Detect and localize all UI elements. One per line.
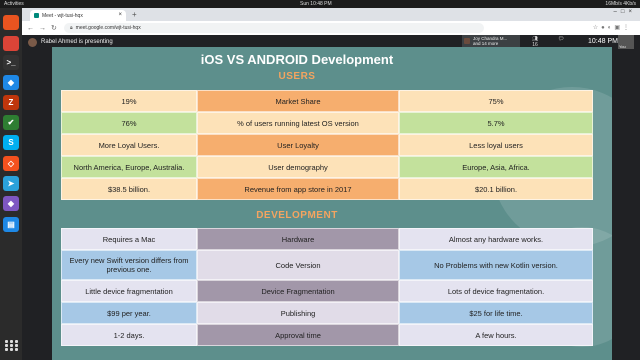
app-icon-2[interactable]: ◆ <box>3 196 19 211</box>
app-icon[interactable]: ✔ <box>3 115 19 130</box>
table-row: North America, Europe, Australia. User de… <box>61 156 593 178</box>
new-tab-button[interactable]: + <box>132 10 137 19</box>
self-view-label: You <box>619 44 626 49</box>
label-cell: User demography <box>197 156 399 178</box>
label-cell: Publishing <box>197 302 399 324</box>
label-cell: Market Share <box>197 90 399 112</box>
table-row: 19% Market Share 75% <box>61 90 593 112</box>
android-cell: Less loyal users <box>399 134 593 156</box>
tab-title: Meet - wjt-tusi-hqx <box>42 12 83 19</box>
presenter-text: Rabel Ahmed is presenting <box>41 39 113 45</box>
telegram-icon[interactable]: ➤ <box>3 176 19 191</box>
system-clock[interactable]: Sun 10:48 PM <box>300 1 332 7</box>
android-cell: $25 for life time. <box>399 302 593 324</box>
reload-icon[interactable]: ↻ <box>51 24 57 32</box>
table-row: $38.5 billion. Revenue from app store in … <box>61 178 593 200</box>
ios-cell: Every new Swift version differs from pre… <box>61 250 197 280</box>
table-row: $99 per year. Publishing $25 for life time… <box>61 302 593 324</box>
table-row: 1-2 days. Approval time A few hours. <box>61 324 593 346</box>
presentation-slide: iOS VS ANDROID Development USERS 19% Mark… <box>52 47 612 360</box>
label-cell: Device Fragmentation <box>197 280 399 302</box>
meet-favicon-icon <box>34 13 39 18</box>
ios-cell: More Loyal Users. <box>61 134 197 156</box>
ios-cell: Little device fragmentation <box>61 280 197 302</box>
ubuntu-icon[interactable] <box>3 15 19 30</box>
self-view-tile[interactable]: You <box>618 35 634 49</box>
android-cell: Almost any hardware works. <box>399 228 593 250</box>
users-heading: USERS <box>278 71 316 82</box>
android-cell: A few hours. <box>399 324 593 346</box>
ios-cell: North America, Europe, Australia. <box>61 156 197 178</box>
ios-cell: $38.5 billion. <box>61 178 197 200</box>
url-text: meet.google.com/wjt-tusi-hqx <box>75 25 141 31</box>
table-row: Little device fragmentation Device Fragme… <box>61 280 593 302</box>
meeting-time: 10:48 PM <box>588 38 618 45</box>
ios-cell: $99 per year. <box>61 302 197 324</box>
slide-title: iOS VS ANDROID Development <box>200 52 394 67</box>
presenter-banner: Rabel Ahmed is presenting <box>28 37 113 47</box>
extension-icons[interactable]: ☆●◐▣⋮ <box>593 24 632 31</box>
table-row: Every new Swift version differs from pre… <box>61 250 593 280</box>
close-tab-icon[interactable]: × <box>118 12 122 18</box>
git-icon[interactable]: ◇ <box>3 156 19 171</box>
ios-cell: 1-2 days. <box>61 324 197 346</box>
browser-chrome: Meet - wjt-tusi-hqx × + –□× ← → ↻ 🔒︎ mee… <box>22 8 640 35</box>
label-cell: Revenue from app store in 2017 <box>197 178 399 200</box>
android-cell: 5.7% <box>399 112 593 134</box>
label-cell: Approval time <box>197 324 399 346</box>
activities-button[interactable]: Activities <box>4 1 24 7</box>
address-bar[interactable]: 🔒︎ meet.google.com/wjt-tusi-hqx <box>64 23 484 33</box>
os-top-bar: Activities Sun 10:48 PM 16Mb/s 4Kb/s <box>0 0 640 8</box>
skype-icon[interactable]: S <box>3 135 19 150</box>
development-heading: DEVELOPMENT <box>256 210 338 221</box>
table-row: 76%% of users running latest OS version 5… <box>61 112 593 134</box>
system-status[interactable]: 16Mb/s 4Kb/s <box>605 1 636 7</box>
document-icon[interactable]: ▤ <box>3 217 19 232</box>
filezilla-icon[interactable]: Z <box>3 95 19 110</box>
participant-avatar <box>464 38 470 44</box>
vscode-icon[interactable]: ◆ <box>3 75 19 90</box>
browser-tab[interactable]: Meet - wjt-tusi-hqx × <box>30 10 126 21</box>
label-cell: Hardware <box>197 228 399 250</box>
label-cell: User Loyalty <box>197 134 399 156</box>
back-icon[interactable]: ← <box>27 25 34 32</box>
chrome-icon[interactable] <box>3 36 19 51</box>
table-row: Requires a Mac Hardware Almost any hardwar… <box>61 228 593 250</box>
ios-cell: 19% <box>61 90 197 112</box>
terminal-icon[interactable]: >_ <box>3 55 19 70</box>
show-applications-icon[interactable] <box>3 338 19 352</box>
table-row: More Loyal Users. User Loyalty Less loyal … <box>61 134 593 156</box>
label-cell: Code Version <box>197 250 399 280</box>
android-cell: 75% <box>399 90 593 112</box>
forward-icon[interactable]: → <box>39 25 46 32</box>
ios-cell: Requires a Mac <box>61 228 197 250</box>
participant-more: and 14 more <box>473 41 499 46</box>
android-cell: No Problems with new Kotlin version. <box>399 250 593 280</box>
android-cell: Europe, Asia, Africa. <box>399 156 593 178</box>
android-cell: Lots of device fragmentation. <box>399 280 593 302</box>
presenter-avatar <box>28 37 37 47</box>
chat-icon[interactable]: 💬︎ <box>552 36 570 42</box>
android-cell: $20.1 billion. <box>399 178 593 200</box>
dock: >_ ◆ Z ✔ S ◇ ➤ ◆ ▤ <box>0 8 22 360</box>
lock-icon: 🔒︎ <box>70 25 73 31</box>
nav-bar: ← → ↻ 🔒︎ meet.google.com/wjt-tusi-hqx ☆●… <box>22 21 640 35</box>
label-cell: % of users running latest OS version <box>197 112 399 134</box>
window-controls[interactable]: –□× <box>614 9 636 15</box>
ios-cell: 76% <box>61 112 197 134</box>
